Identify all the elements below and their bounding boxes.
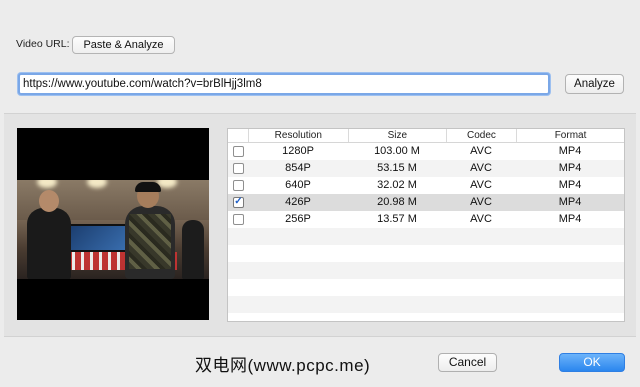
cell-size: 20.98 M <box>377 196 417 208</box>
column-header-resolution[interactable]: Resolution <box>247 129 348 142</box>
cell-size: 53.15 M <box>377 162 417 174</box>
table-row[interactable]: 256P 13.57 M AVC MP4 <box>228 211 624 228</box>
cell-format: MP4 <box>558 179 582 191</box>
row-checkbox[interactable] <box>233 163 244 174</box>
video-thumbnail <box>17 128 209 320</box>
cell-codec: AVC <box>470 179 492 191</box>
cell-resolution: 1280P <box>282 145 314 157</box>
empty-row <box>228 262 624 279</box>
cell-resolution: 854P <box>285 162 311 174</box>
cell-size: 13.57 M <box>377 213 417 225</box>
table-header: Resolution Size Codec Format <box>228 129 624 143</box>
cell-resolution: 426P <box>285 196 311 208</box>
checkbox-column-header <box>228 129 248 142</box>
row-checkbox[interactable] <box>233 214 244 225</box>
cell-format: MP4 <box>558 162 582 174</box>
thumbnail-image <box>17 180 209 279</box>
cancel-button[interactable]: Cancel <box>438 353 497 372</box>
cell-format: MP4 <box>558 145 582 157</box>
cell-resolution: 640P <box>285 179 311 191</box>
cell-format: MP4 <box>558 196 582 208</box>
table-row[interactable]: 1280P 103.00 M AVC MP4 <box>228 143 624 160</box>
cell-codec: AVC <box>470 145 492 157</box>
table-row[interactable]: 854P 53.15 M AVC MP4 <box>228 160 624 177</box>
column-header-format[interactable]: Format <box>516 129 624 142</box>
video-download-dialog: Video URL: Paste & Analyze https://www.y… <box>0 0 640 387</box>
paste-analyze-button[interactable]: Paste & Analyze <box>72 36 175 54</box>
empty-row <box>228 228 624 245</box>
empty-row <box>228 296 624 313</box>
url-input[interactable]: https://www.youtube.com/watch?v=brBlHjj3… <box>18 73 550 95</box>
cell-format: MP4 <box>558 213 582 225</box>
row-checkbox-checked[interactable]: ✓ <box>233 197 244 208</box>
cell-codec: AVC <box>470 213 492 225</box>
table-row[interactable]: 640P 32.02 M AVC MP4 <box>228 177 624 194</box>
checkmark-icon: ✓ <box>234 196 243 207</box>
table-body: 1280P 103.00 M AVC MP4 854P 53.15 M AVC … <box>228 143 624 313</box>
empty-row <box>228 279 624 296</box>
row-checkbox[interactable] <box>233 180 244 191</box>
empty-row <box>228 245 624 262</box>
table-row-selected[interactable]: ✓ 426P 20.98 M AVC MP4 <box>228 194 624 211</box>
formats-table: Resolution Size Codec Format 1280P 103.0… <box>227 128 625 322</box>
cell-resolution: 256P <box>285 213 311 225</box>
cell-size: 32.02 M <box>377 179 417 191</box>
column-header-codec[interactable]: Codec <box>445 129 516 142</box>
row-checkbox[interactable] <box>233 146 244 157</box>
video-url-label: Video URL: <box>16 38 70 50</box>
column-header-size[interactable]: Size <box>347 129 446 142</box>
analyze-button[interactable]: Analyze <box>565 74 624 94</box>
cell-size: 103.00 M <box>374 145 420 157</box>
cell-codec: AVC <box>470 196 492 208</box>
watermark-text: 双电网(www.pcpc.me) <box>195 356 371 375</box>
ok-button[interactable]: OK <box>559 353 625 372</box>
cell-codec: AVC <box>470 162 492 174</box>
